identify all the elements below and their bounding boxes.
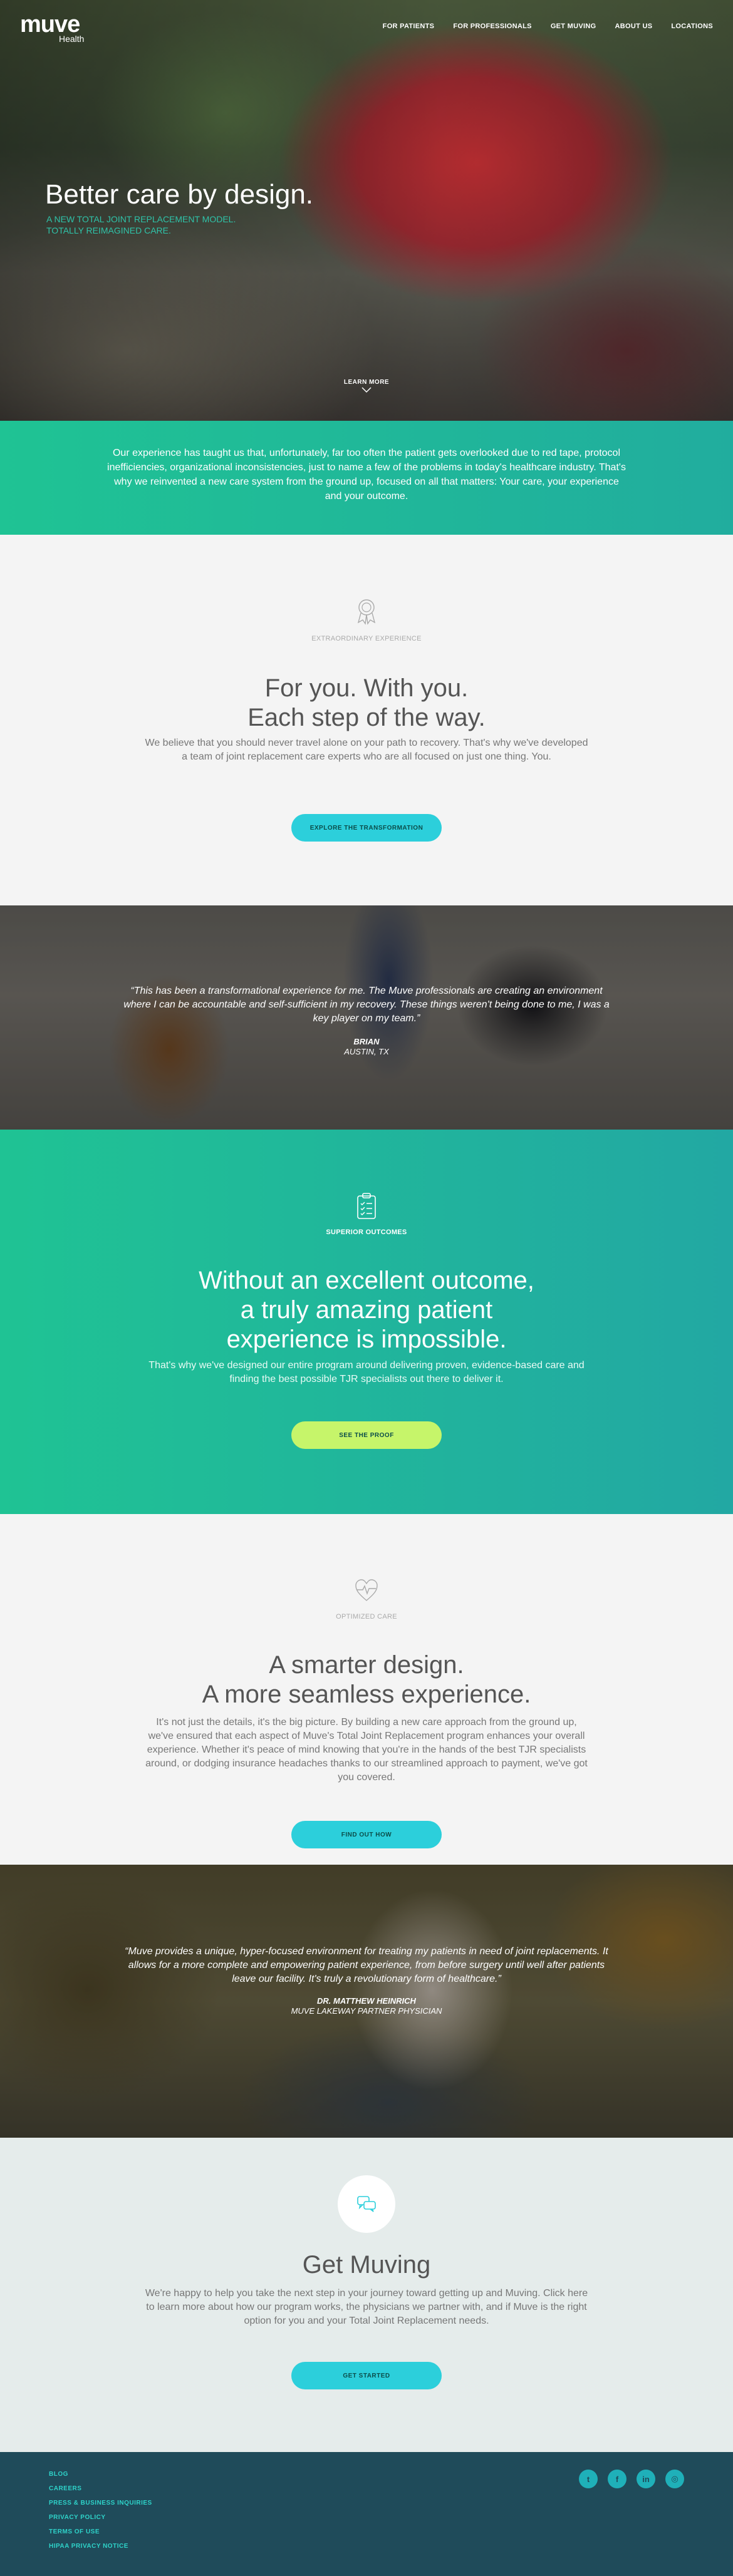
logo-wordmark: muve: [20, 11, 80, 38]
find-out-how-button[interactable]: FIND OUT HOW: [291, 1821, 442, 1848]
footer-link-hipaa[interactable]: HIPAA PRIVACY NOTICE: [49, 2543, 152, 2557]
testimonial-location: AUSTIN, TX: [344, 1047, 389, 1056]
design-kicker: OPTIMIZED CARE: [336, 1613, 397, 1620]
logo-subtitle: Health: [59, 34, 85, 44]
design-heading: A smarter design. A more seamless experi…: [0, 1651, 733, 1709]
outcomes-kicker: SUPERIOR OUTCOMES: [326, 1229, 407, 1236]
twitter-icon[interactable]: t: [579, 2470, 598, 2488]
heading-line: A smarter design.: [269, 1651, 464, 1679]
get-muving-text: We're happy to help you take the next st…: [145, 2288, 588, 2326]
experience-section: EXTRAORDINARY EXPERIENCE For you. With y…: [0, 535, 733, 905]
intro-band: Our experience has taught us that, unfor…: [0, 421, 733, 535]
design-section: OPTIMIZED CARE A smarter design. A more …: [0, 1514, 733, 1865]
experience-heading: For you. With you. Each step of the way.: [0, 674, 733, 733]
instagram-icon[interactable]: ◎: [665, 2470, 684, 2488]
learn-more-link[interactable]: LEARN MORE: [0, 379, 733, 393]
facebook-icon[interactable]: f: [608, 2470, 626, 2488]
explore-transformation-button[interactable]: EXPLORE THE TRANSFORMATION: [291, 814, 442, 842]
testimonial-name: DR. MATTHEW HEINRICH: [317, 1996, 416, 2006]
hero-subtitle: A NEW TOTAL JOINT REPLACEMENT MODEL. TOT…: [46, 214, 236, 235]
chat-bubbles-icon: [357, 2196, 376, 2212]
nav-about-us[interactable]: ABOUT US: [615, 23, 652, 30]
testimonial-name: BRIAN: [353, 1037, 380, 1046]
learn-more-label: LEARN MORE: [343, 379, 390, 386]
footer-links: BLOG CAREERS PRESS & BUSINESS INQUIRIES …: [49, 2471, 152, 2557]
see-the-proof-button[interactable]: SEE THE PROOF: [291, 1421, 442, 1449]
heading-line: For you. With you.: [264, 674, 469, 702]
footer-link-press[interactable]: PRESS & BUSINESS INQUIRIES: [49, 2500, 152, 2514]
experience-kicker: EXTRAORDINARY EXPERIENCE: [311, 635, 422, 642]
get-muving-section: Get Muving We're happy to help you take …: [0, 2138, 733, 2452]
heading-line: A more seamless experience.: [202, 1681, 531, 1708]
testimonial-brian: “This has been a transformational experi…: [0, 905, 733, 1130]
site-footer: BLOG CAREERS PRESS & BUSINESS INQUIRIES …: [0, 2452, 733, 2576]
social-links: t f in ◎: [579, 2470, 684, 2488]
footer-link-terms[interactable]: TERMS OF USE: [49, 2528, 152, 2543]
hero-section: muve Health FOR PATIENTS FOR PROFESSIONA…: [0, 0, 733, 421]
nav-locations[interactable]: LOCATIONS: [671, 23, 713, 30]
get-muving-heading: Get Muving: [302, 2251, 431, 2279]
outcomes-section: SUPERIOR OUTCOMES Without an excellent o…: [0, 1130, 733, 1514]
testimonial-role: MUVE LAKEWAY PARTNER PHYSICIAN: [291, 2006, 442, 2016]
design-text: It's not just the details, it's the big …: [145, 1717, 588, 1783]
get-started-button[interactable]: GET STARTED: [291, 2362, 442, 2389]
outcomes-text: That's why we've designed our entire pro…: [148, 1360, 585, 1384]
footer-link-privacy[interactable]: PRIVACY POLICY: [49, 2514, 152, 2528]
experience-text: We believe that you should never travel …: [145, 738, 588, 762]
intro-text: Our experience has taught us that, unfor…: [107, 448, 626, 502]
main-nav: FOR PATIENTS FOR PROFESSIONALS GET MUVIN…: [383, 23, 713, 30]
heading-line: experience is impossible.: [226, 1326, 507, 1353]
chevron-down-icon: [361, 387, 372, 393]
testimonial-physician: “Muve provides a unique, hyper-focused e…: [0, 1865, 733, 2138]
linkedin-icon[interactable]: in: [637, 2470, 655, 2488]
testimonial-quote: “This has been a transformational experi…: [123, 986, 610, 1024]
footer-link-careers[interactable]: CAREERS: [49, 2485, 152, 2500]
outcomes-heading: Without an excellent outcome, a truly am…: [0, 1266, 733, 1354]
footer-link-blog[interactable]: BLOG: [49, 2471, 152, 2485]
hero-title: Better care by design.: [45, 179, 314, 210]
heading-line: Without an excellent outcome,: [199, 1267, 534, 1294]
testimonial-quote: “Muve provides a unique, hyper-focused e…: [125, 1946, 608, 1984]
nav-for-professionals[interactable]: FOR PROFESSIONALS: [453, 23, 532, 30]
clipboard-icon: [357, 1193, 376, 1219]
heartbeat-icon: [355, 1579, 378, 1601]
site-logo[interactable]: muve Health: [20, 11, 84, 44]
heading-line: a truly amazing patient: [240, 1296, 493, 1324]
nav-get-muving[interactable]: GET MUVING: [551, 23, 596, 30]
nav-for-patients[interactable]: FOR PATIENTS: [383, 23, 435, 30]
heading-line: Each step of the way.: [247, 704, 486, 731]
icon-circle: [338, 2175, 395, 2233]
award-icon: [357, 599, 376, 625]
